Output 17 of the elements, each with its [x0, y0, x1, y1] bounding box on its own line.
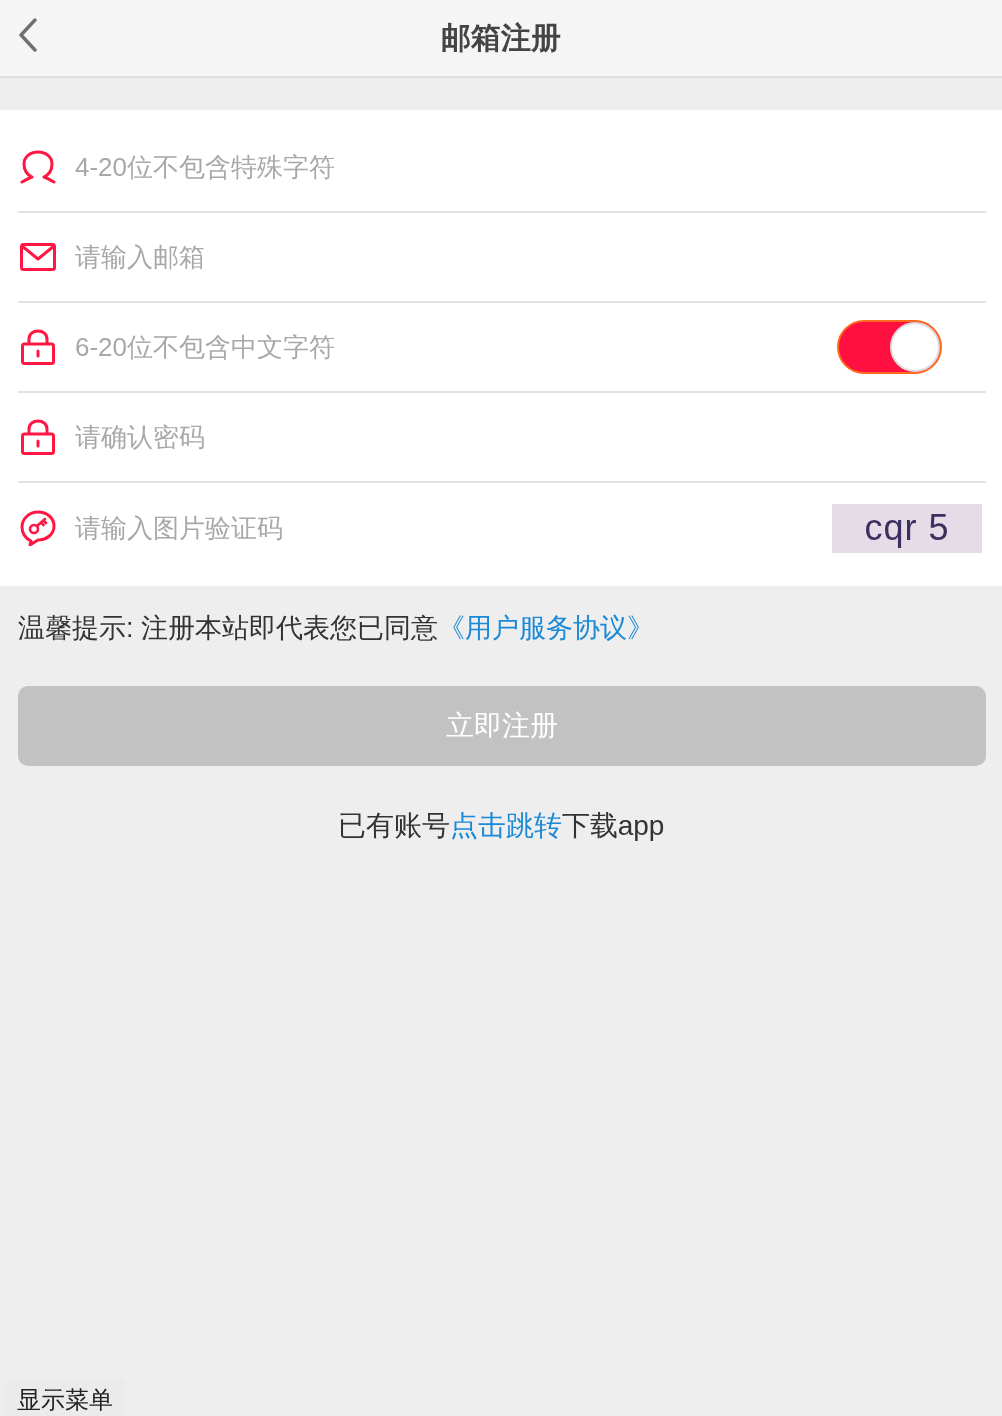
lock-icon — [20, 329, 56, 365]
lock-icon — [20, 419, 56, 455]
input-field[interactable]: 4-20位不包含特殊字符 — [75, 147, 986, 187]
input-field[interactable]: 6-20位不包含中文字符 — [75, 327, 837, 367]
page-title: 邮箱注册 — [441, 19, 561, 56]
terms-notice: 温馨提示: 注册本站即代表您已同意《用户服务协议》 — [18, 612, 655, 645]
input-field[interactable]: 请输入邮箱 — [75, 237, 986, 277]
input-field[interactable]: 请输入图片验证码 — [75, 508, 832, 548]
account-hint: 已有账号点击跳转下载app — [336, 809, 666, 843]
key-chat-icon — [20, 510, 56, 546]
input-field[interactable]: 请确认密码 — [75, 417, 986, 457]
captcha-image[interactable]: cqr 5 — [832, 503, 982, 553]
person-icon — [20, 149, 56, 185]
terms-link[interactable]: 《用户服务协议》 — [438, 613, 654, 643]
toggle-switch[interactable] — [837, 320, 942, 374]
redirect-link[interactable]: 点击跳转 — [449, 810, 562, 841]
back-icon[interactable] — [18, 18, 38, 52]
